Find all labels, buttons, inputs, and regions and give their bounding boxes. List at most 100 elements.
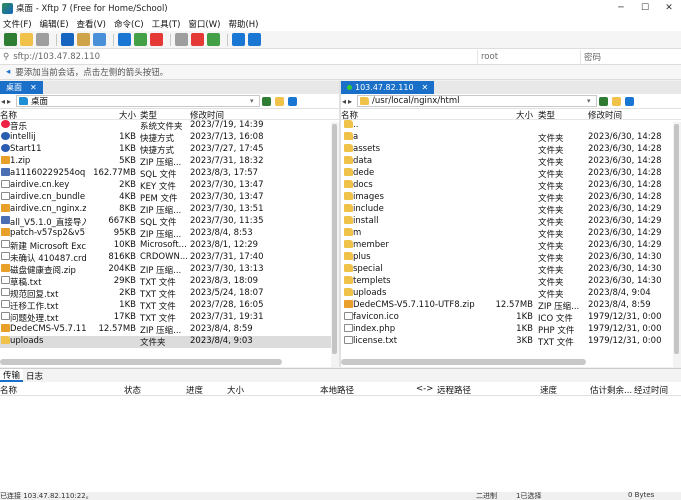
- close-icon[interactable]: ✕: [657, 0, 681, 16]
- user-field[interactable]: root: [478, 49, 581, 64]
- forward-icon[interactable]: ▸: [7, 97, 11, 106]
- file-row[interactable]: Start11 1KB 快捷方式 2023/7/27, 17:45: [0, 144, 339, 156]
- file-row[interactable]: favicon.ico 1KB ICO 文件 1979/12/31, 0:00: [341, 312, 681, 324]
- forward-icon[interactable]: ▸: [348, 97, 352, 106]
- copy-icon[interactable]: [118, 33, 131, 46]
- file-row[interactable]: docs 文件夹 2023/6/30, 14:28: [341, 180, 681, 192]
- transfer-column-header[interactable]: <->: [416, 384, 433, 394]
- arrow-icon[interactable]: ◂: [6, 67, 10, 77]
- help-icon[interactable]: [232, 33, 245, 46]
- pane-divider[interactable]: [339, 81, 341, 367]
- refresh-icon[interactable]: [612, 96, 622, 106]
- file-row[interactable]: ..: [341, 120, 681, 132]
- file-row[interactable]: patch-v57sp2&v57... 95KB ZIP 压缩... 2023/8/4…: [0, 228, 339, 240]
- vertical-scrollbar[interactable]: [673, 122, 681, 367]
- file-row[interactable]: m 文件夹 2023/6/30, 14:29: [341, 228, 681, 240]
- file-row[interactable]: a11160229254oq.sql 162.77MB SQL 文件 2023/8/3…: [0, 168, 339, 180]
- transfer-column-header[interactable]: 状态: [124, 384, 141, 396]
- xshell-icon[interactable]: [191, 33, 204, 46]
- back-icon[interactable]: ◂: [1, 97, 5, 106]
- menu-item[interactable]: 编辑(E): [40, 18, 69, 30]
- transfer-column-header[interactable]: 速度: [540, 384, 557, 396]
- folder-sync-icon[interactable]: [77, 33, 90, 46]
- file-row[interactable]: 规范回复.txt 2KB TXT 文件 2023/5/24, 18:07: [0, 288, 339, 300]
- tab-left[interactable]: 桌面 ✕: [0, 81, 43, 94]
- tab-right[interactable]: 103.47.82.110 ✕: [341, 81, 435, 94]
- menu-item[interactable]: 命令(C): [114, 18, 144, 30]
- file-row[interactable]: uploads 文件夹 2023/8/4, 9:04: [341, 288, 681, 300]
- home-icon[interactable]: [288, 96, 298, 106]
- refresh-icon[interactable]: [93, 33, 106, 46]
- file-row[interactable]: index.php 1KB PHP 文件 1979/12/31, 0:00: [341, 324, 681, 336]
- back-icon[interactable]: ◂: [342, 97, 346, 106]
- status-icon[interactable]: [175, 33, 188, 46]
- password-input[interactable]: 密码: [584, 51, 601, 63]
- path-select[interactable]: /usr/local/nginx/html ▾: [357, 95, 598, 107]
- menu-item[interactable]: 文件(F): [3, 18, 32, 30]
- file-row[interactable]: airdive.cn_bundle.... 4KB PEM 文件 2023/7/30,…: [0, 192, 339, 204]
- vertical-scrollbar[interactable]: [331, 122, 339, 367]
- disconnect-icon[interactable]: [36, 33, 49, 46]
- file-row[interactable]: plus 文件夹 2023/6/30, 14:30: [341, 252, 681, 264]
- file-row[interactable]: all_V5.1.0_直接导入.... 667KB SQL 文件 2023/7/30,…: [0, 216, 339, 228]
- file-row[interactable]: 迁移工作.txt 1KB TXT 文件 2023/7/28, 16:05: [0, 300, 339, 312]
- chevron-down-icon[interactable]: ▾: [587, 97, 596, 105]
- tab-log[interactable]: 日志: [23, 369, 46, 382]
- file-row[interactable]: member 文件夹 2023/6/30, 14:29: [341, 240, 681, 252]
- file-row[interactable]: DedeCMS-V5.7.110-UTF8.zip 12.57MB ZIP 压缩..…: [341, 300, 681, 312]
- transfer-column-header[interactable]: 本地路径: [320, 384, 354, 396]
- transfer-column-header[interactable]: 估计剩余...: [590, 384, 632, 396]
- password-field[interactable]: 密码: [581, 50, 681, 64]
- transfer-column-header[interactable]: 进度: [186, 384, 203, 396]
- file-row[interactable]: 1.zip 5KB ZIP 压缩... 2023/7/31, 18:32: [0, 156, 339, 168]
- tab-close-icon[interactable]: ✕: [30, 83, 37, 92]
- file-row[interactable]: 音乐 系统文件夹 2023/7/19, 14:39: [0, 120, 339, 132]
- host-input[interactable]: sftp://103.47.82.110: [13, 52, 100, 62]
- path-select[interactable]: 桌面 ▾: [16, 95, 261, 107]
- chevron-down-icon[interactable]: ▾: [250, 97, 259, 105]
- menu-item[interactable]: 窗口(W): [188, 18, 220, 30]
- user-input[interactable]: root: [481, 52, 498, 62]
- horizontal-scrollbar[interactable]: [0, 359, 282, 365]
- refresh-icon[interactable]: [275, 96, 285, 106]
- file-row[interactable]: uploads 文件夹 2023/8/4, 9:03: [0, 336, 339, 348]
- file-row[interactable]: a 文件夹 2023/6/30, 14:28: [341, 132, 681, 144]
- host-field[interactable]: ⚲ sftp://103.47.82.110: [0, 49, 478, 64]
- file-row[interactable]: 草稿.txt 29KB TXT 文件 2023/8/3, 18:09: [0, 276, 339, 288]
- file-row[interactable]: 未确认 410487.crdo... 816KB CRDOWN...2023/7/3…: [0, 252, 339, 264]
- file-row[interactable]: install 文件夹 2023/6/30, 14:29: [341, 216, 681, 228]
- open-folder-icon[interactable]: [20, 33, 33, 46]
- file-row[interactable]: airdive.cn_nginx.zip 8KB ZIP 压缩... 2023/7/3…: [0, 204, 339, 216]
- transfer-icon[interactable]: [61, 33, 74, 46]
- file-row[interactable]: assets 文件夹 2023/6/30, 14:28: [341, 144, 681, 156]
- file-row[interactable]: airdive.cn.key 2KB KEY 文件 2023/7/30, 13:47: [0, 180, 339, 192]
- minimize-icon[interactable]: ─: [609, 0, 633, 16]
- file-row[interactable]: license.txt 3KB TXT 文件 1979/12/31, 0:00: [341, 336, 681, 348]
- file-row[interactable]: 磁盘健康查阅.zip 204KB ZIP 压缩... 2023/7/30, 13:13: [0, 264, 339, 276]
- menu-item[interactable]: 帮助(H): [228, 18, 258, 30]
- menu-item[interactable]: 查看(V): [77, 18, 106, 30]
- maximize-icon[interactable]: ☐: [633, 0, 657, 16]
- info-icon[interactable]: [248, 33, 261, 46]
- file-row[interactable]: images 文件夹 2023/6/30, 14:28: [341, 192, 681, 204]
- transfer-column-header[interactable]: 大小: [227, 384, 244, 396]
- stop-icon[interactable]: [150, 33, 163, 46]
- menu-item[interactable]: 工具(T): [152, 18, 181, 30]
- file-row[interactable]: data 文件夹 2023/6/30, 14:28: [341, 156, 681, 168]
- transfer-column-header[interactable]: 经过时间: [634, 384, 668, 396]
- file-row[interactable]: dede 文件夹 2023/6/30, 14:28: [341, 168, 681, 180]
- up-folder-icon[interactable]: [599, 96, 609, 106]
- scroll-thumb[interactable]: [332, 124, 337, 354]
- file-row[interactable]: special 文件夹 2023/6/30, 14:30: [341, 264, 681, 276]
- paste-icon[interactable]: [134, 33, 147, 46]
- file-row[interactable]: 问题处理.txt 17KB TXT 文件 2023/7/31, 19:31: [0, 312, 339, 324]
- tab-transfer[interactable]: 传输: [0, 369, 24, 382]
- file-row[interactable]: 新建 Microsoft Exc... 10KB Microsoft... 2023/…: [0, 240, 339, 252]
- transfer-column-header[interactable]: 远程路径: [437, 384, 471, 396]
- tab-close-icon[interactable]: ✕: [422, 83, 429, 92]
- up-folder-icon[interactable]: [262, 96, 272, 106]
- transfer-column-header[interactable]: 名称: [0, 384, 17, 396]
- home-icon[interactable]: [625, 96, 635, 106]
- horizontal-scrollbar[interactable]: [341, 359, 586, 365]
- file-row[interactable]: templets 文件夹 2023/6/30, 14:30: [341, 276, 681, 288]
